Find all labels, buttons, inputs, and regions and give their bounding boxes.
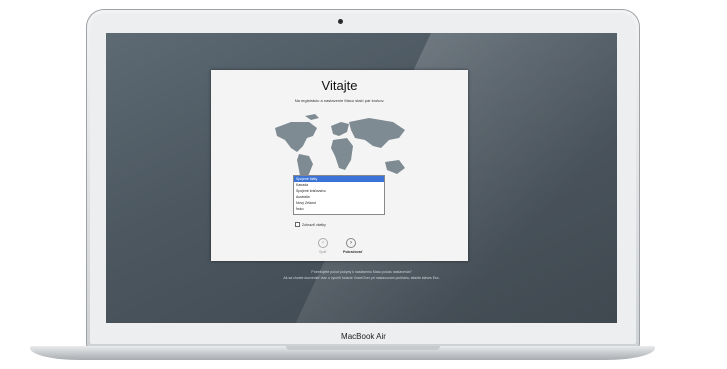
back-button[interactable]: ‹: [318, 238, 328, 248]
voiceover-hint-line1: Potrebujete počuť pokyny k nastaveniu Ma…: [311, 270, 412, 274]
welcome-window: Vitajte Na registráciu a nastavenie Macu…: [211, 70, 468, 261]
lid-notch: [286, 346, 440, 350]
country-list[interactable]: Spojené štáty Kanada Spojené kráľovstvo …: [293, 175, 385, 215]
welcome-title: Vitajte: [321, 78, 358, 93]
back-label: Späť: [319, 250, 327, 254]
continue-label: Pokračovať: [343, 250, 363, 254]
checkbox-box[interactable]: [295, 222, 300, 227]
welcome-subtitle: Na registráciu a nastavenie Macu stačí p…: [294, 98, 385, 103]
camera-icon: [338, 19, 343, 24]
continue-button[interactable]: ›: [346, 238, 356, 248]
country-item[interactable]: Írsko: [294, 206, 384, 212]
show-all-checkbox[interactable]: Zobraziť všetky: [295, 222, 326, 227]
device-brand: MacBook Air: [341, 332, 386, 341]
voiceover-hint-line2: Ak sa chcete dozvedieť viac o využití fu…: [283, 276, 440, 280]
show-all-label: Zobraziť všetky: [302, 222, 326, 227]
